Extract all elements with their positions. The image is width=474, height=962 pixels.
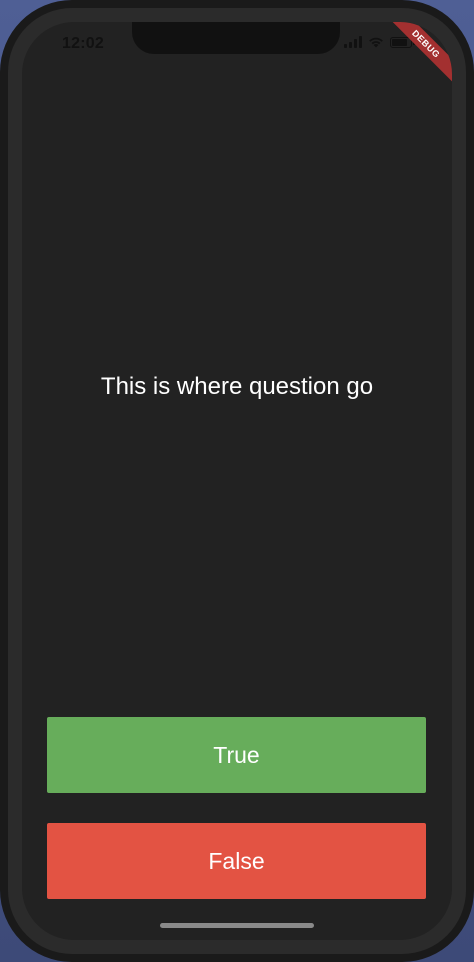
question-text: This is where question go	[100, 373, 374, 400]
home-indicator[interactable]	[160, 923, 314, 928]
phone-notch	[132, 22, 340, 54]
status-icons	[344, 36, 415, 48]
true-button[interactable]: True	[47, 717, 426, 793]
app-screen: 12:02 DEBUG This is where question go Tr…	[22, 22, 452, 940]
wifi-icon	[368, 36, 384, 48]
question-area: This is where question go	[22, 152, 452, 622]
battery-fill	[392, 38, 407, 46]
signal-icon	[344, 36, 362, 48]
phone-frame: 12:02 DEBUG This is where question go Tr…	[0, 0, 474, 962]
status-time: 12:02	[62, 35, 104, 52]
false-button[interactable]: False	[47, 823, 426, 899]
